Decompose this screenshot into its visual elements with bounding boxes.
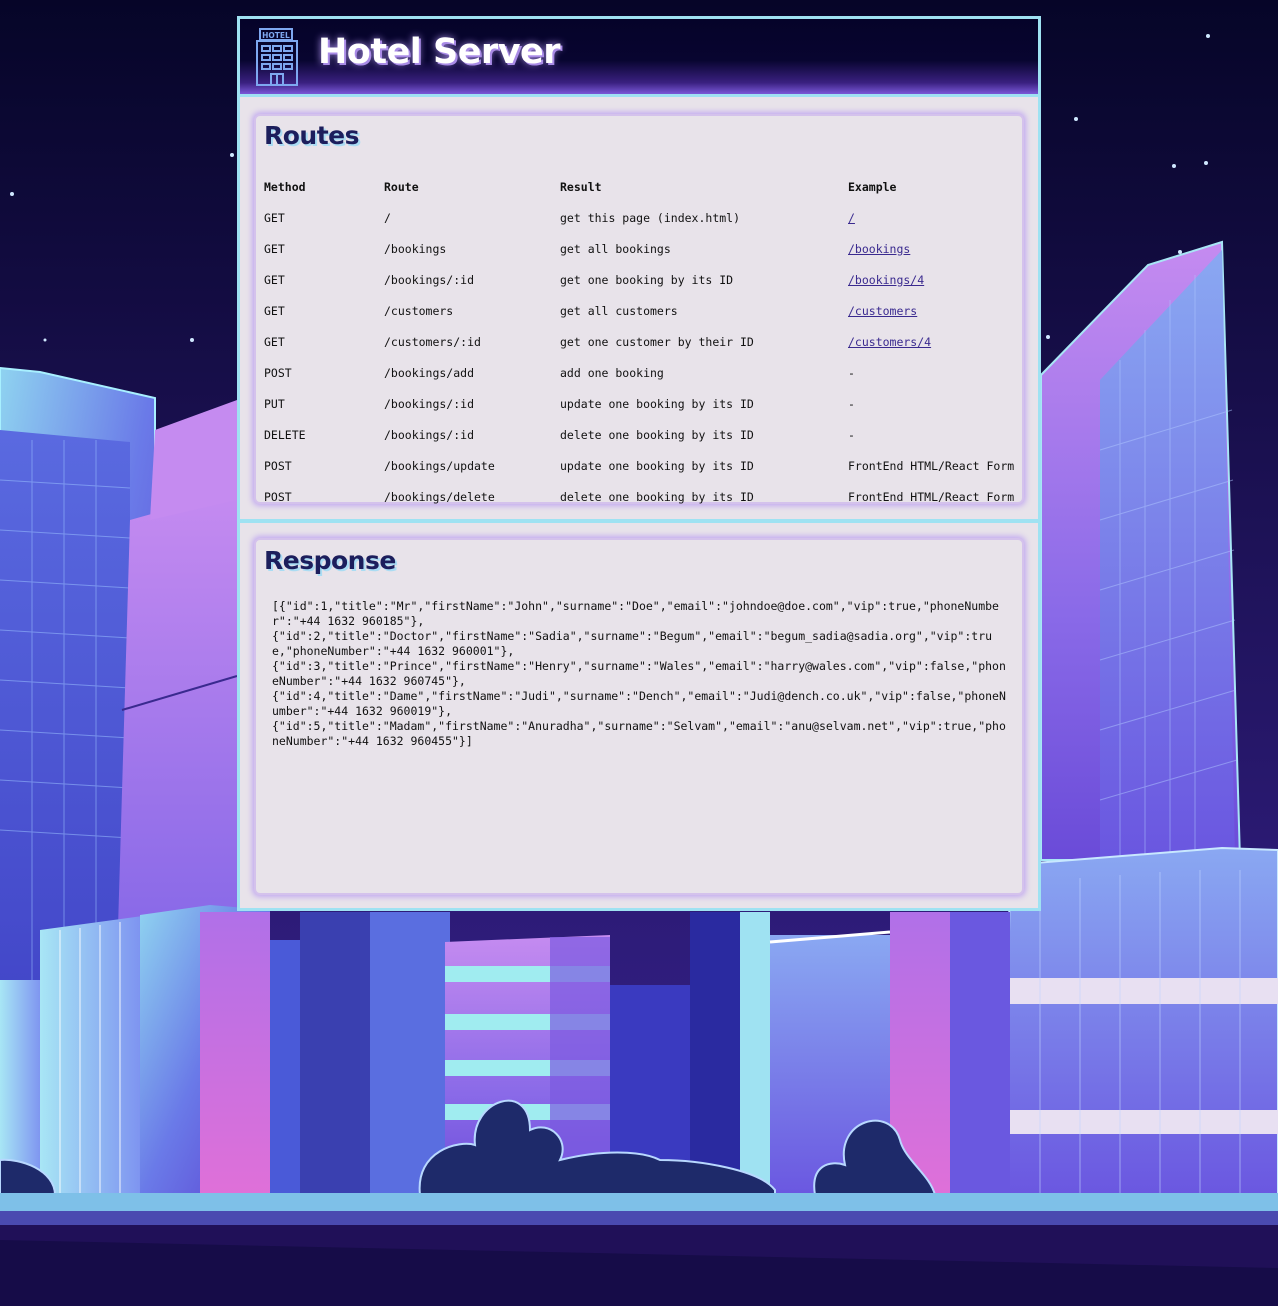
table-row: GET/customers get all customers/customers bbox=[264, 295, 1018, 326]
route-method: PUT bbox=[264, 396, 285, 411]
table-row: DELETE/bookings/:id delete one booking by… bbox=[264, 419, 1018, 450]
route-result: update one booking by its ID bbox=[560, 396, 754, 411]
route-example: FrontEnd HTML/React Form bbox=[848, 489, 1015, 504]
route-path: /customers/:id bbox=[384, 334, 481, 349]
route-path: /bookings bbox=[384, 241, 447, 256]
response-json-output: [{"id":1,"title":"Mr","firstName":"John"… bbox=[272, 599, 1006, 748]
example-link[interactable]: /bookings/4 bbox=[848, 273, 924, 287]
route-result: update one booking by its ID bbox=[560, 458, 754, 473]
app-title: Hotel Server bbox=[318, 32, 561, 72]
table-row: POST/bookings/update update one booking b… bbox=[264, 450, 1018, 481]
routes-table-body: GET / get this page (index.html) / GET/booki… bbox=[264, 202, 1018, 512]
route-method: GET bbox=[264, 303, 285, 318]
route-example: /bookings bbox=[848, 233, 1018, 264]
route-example: - bbox=[848, 365, 855, 380]
route-example: /customers/4 bbox=[848, 326, 1018, 357]
route-result: get all customers bbox=[560, 303, 678, 318]
route-result: add one booking bbox=[560, 365, 664, 380]
routes-card: Routes Method Route Result Example GET / g… bbox=[254, 114, 1024, 504]
route-path: /customers bbox=[384, 303, 454, 318]
example-link[interactable]: / bbox=[848, 211, 855, 225]
route-result: delete one booking by its ID bbox=[560, 489, 754, 504]
table-row: GET/bookings/:id get one booking by its I… bbox=[264, 264, 1018, 295]
hotel-building-icon: HOTEL bbox=[256, 28, 298, 86]
routes-heading: Routes bbox=[264, 121, 360, 150]
route-example: /bookings/4 bbox=[848, 264, 1018, 295]
table-row: PUT/bookings/:id update one booking by it… bbox=[264, 388, 1018, 419]
routes-table: Method Route Result Example GET / get this… bbox=[264, 171, 1018, 512]
route-method: POST bbox=[264, 489, 292, 504]
example-link[interactable]: /customers/4 bbox=[848, 335, 931, 349]
section-divider bbox=[240, 519, 1038, 523]
routes-header-row: Method Route Result Example bbox=[264, 171, 1018, 202]
route-method: POST bbox=[264, 458, 292, 473]
route-result: delete one booking by its ID bbox=[560, 427, 754, 442]
route-result: get all bookings bbox=[560, 241, 671, 256]
route-path: /bookings/:id bbox=[384, 272, 475, 287]
table-row: GET/bookings get all bookings/bookings bbox=[264, 233, 1018, 264]
main-panel: HOTEL Hotel Server Routes Method Route R… bbox=[237, 16, 1041, 911]
route-path: / bbox=[384, 210, 391, 225]
route-method: GET bbox=[264, 210, 285, 225]
route-example: FrontEnd HTML/React Form bbox=[848, 458, 1015, 473]
column-header-method: Method bbox=[264, 179, 306, 194]
route-path: /bookings/:id bbox=[384, 427, 475, 442]
route-example: / bbox=[848, 202, 1018, 233]
route-path: /bookings/:id bbox=[384, 396, 475, 411]
route-method: POST bbox=[264, 365, 292, 380]
route-example: - bbox=[848, 427, 855, 442]
route-path: /bookings/delete bbox=[384, 489, 495, 504]
table-row: POST/bookings/add add one booking - bbox=[264, 357, 1018, 388]
route-result: get one customer by their ID bbox=[560, 334, 754, 349]
route-method: DELETE bbox=[264, 427, 306, 442]
column-header-example: Example bbox=[848, 179, 897, 194]
app-header: HOTEL Hotel Server bbox=[240, 19, 1038, 97]
table-row: POST/bookings/delete delete one booking b… bbox=[264, 481, 1018, 512]
response-card: Response [{"id":1,"title":"Mr","firstNam… bbox=[254, 538, 1024, 895]
response-heading: Response bbox=[264, 546, 396, 575]
route-example: /customers bbox=[848, 295, 1018, 326]
route-method: GET bbox=[264, 334, 285, 349]
hotel-icon-label: HOTEL bbox=[262, 31, 290, 40]
route-method: GET bbox=[264, 241, 285, 256]
table-row: GET/customers/:id get one customer by the… bbox=[264, 326, 1018, 357]
table-row: GET / get this page (index.html) / bbox=[264, 202, 1018, 233]
column-header-result: Result bbox=[560, 179, 602, 194]
route-example: - bbox=[848, 396, 855, 411]
route-result: get this page (index.html) bbox=[560, 210, 741, 225]
route-method: GET bbox=[264, 272, 285, 287]
example-link[interactable]: /customers bbox=[848, 304, 917, 318]
route-path: /bookings/update bbox=[384, 458, 495, 473]
route-path: /bookings/add bbox=[384, 365, 475, 380]
route-result: get one booking by its ID bbox=[560, 272, 734, 287]
example-link[interactable]: /bookings bbox=[848, 242, 910, 256]
column-header-route: Route bbox=[384, 179, 419, 194]
